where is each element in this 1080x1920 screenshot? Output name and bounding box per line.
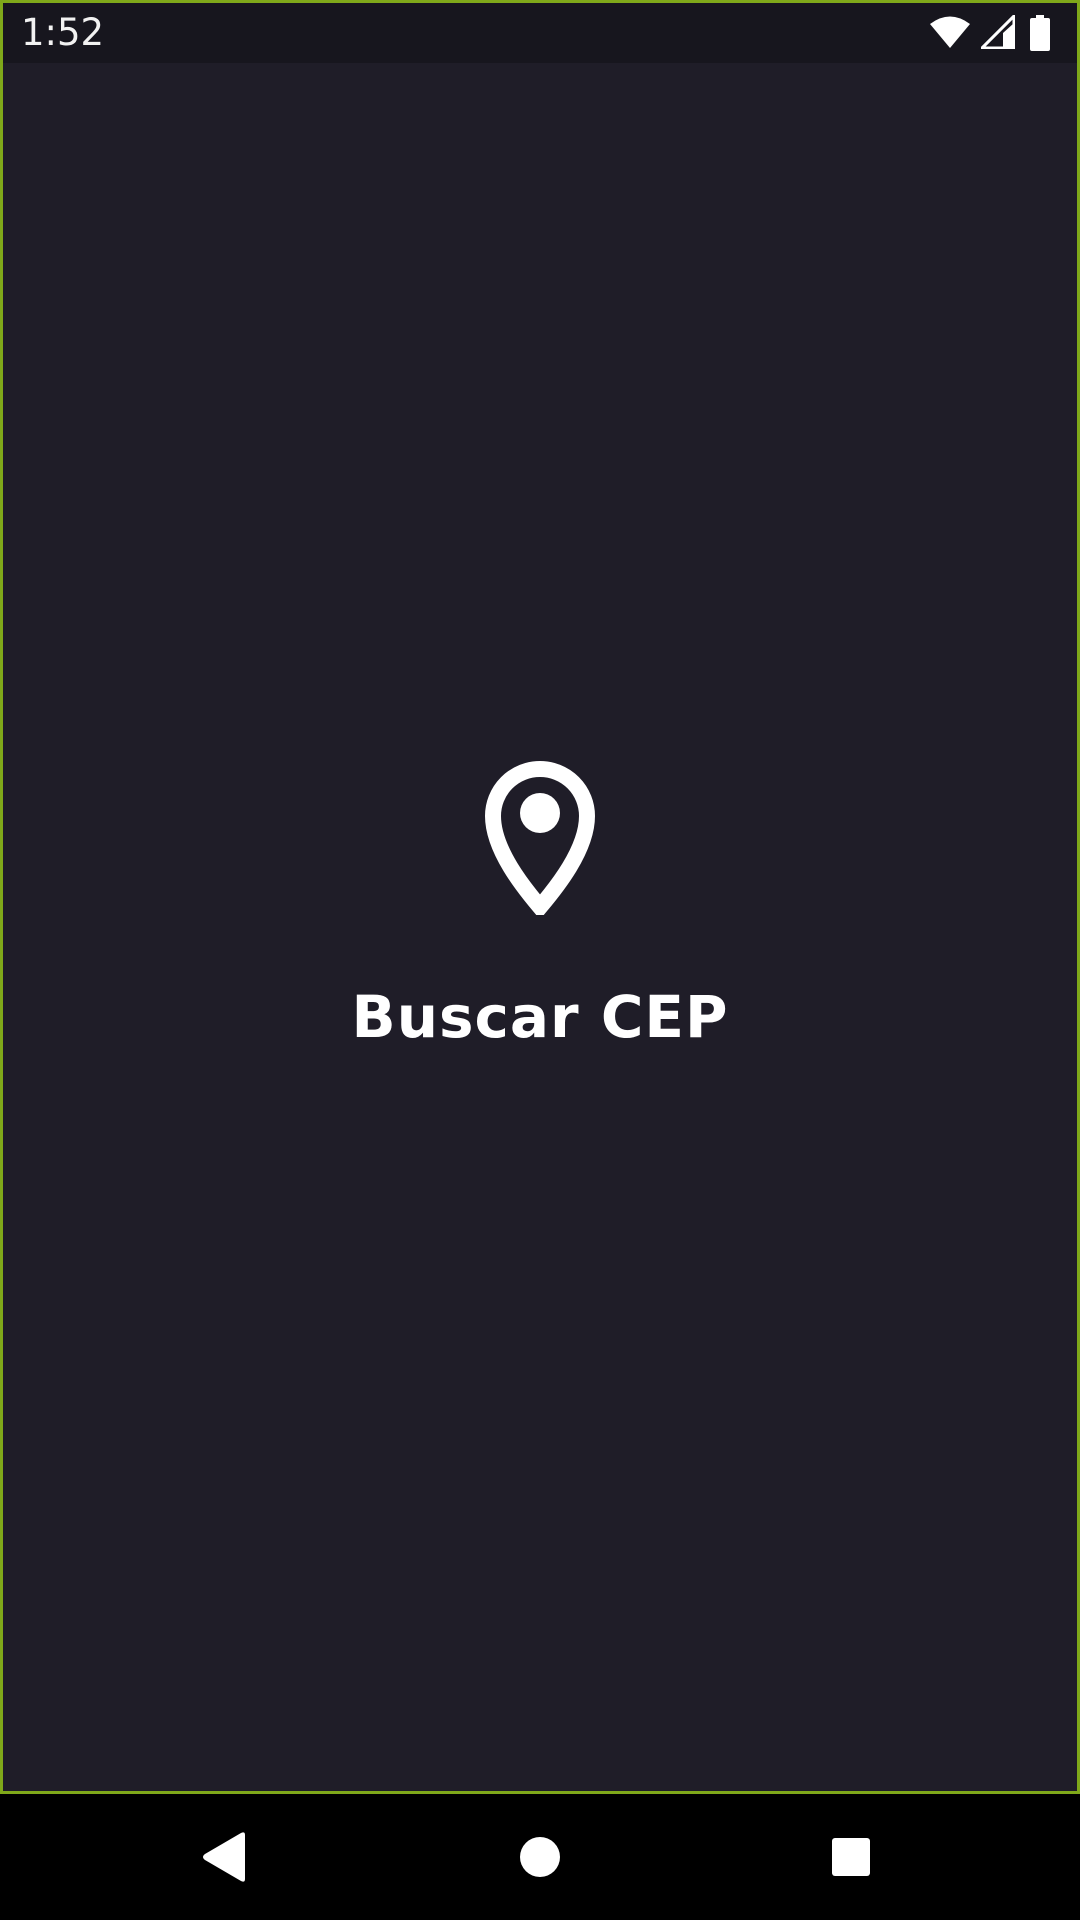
navigation-bar: [0, 1794, 1080, 1920]
splash-content: Buscar CEP: [3, 753, 1077, 1051]
signal-icon: [981, 15, 1015, 49]
back-icon[interactable]: [195, 1827, 255, 1887]
home-icon[interactable]: [510, 1827, 570, 1887]
status-icons: [929, 15, 1059, 53]
app-title: Buscar CEP: [351, 983, 729, 1051]
battery-icon: [1030, 15, 1050, 51]
status-time: 1:52: [21, 11, 105, 54]
status-bar: 1:52: [3, 3, 1077, 63]
location-pin-icon: [484, 761, 596, 915]
app-screen: 1:52 Buscar CEP: [0, 0, 1080, 1794]
wifi-icon: [930, 16, 970, 48]
recents-icon[interactable]: [821, 1827, 881, 1887]
